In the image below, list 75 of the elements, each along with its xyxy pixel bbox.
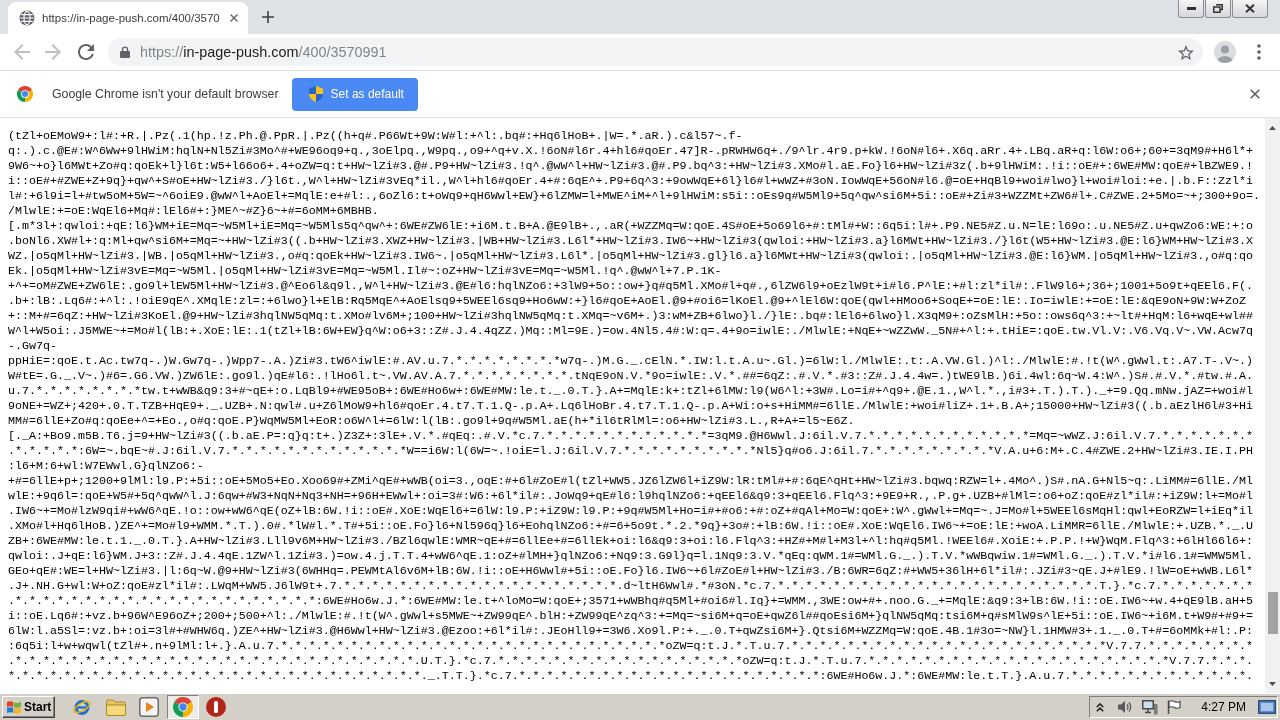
- close-icon[interactable]: [1250, 89, 1260, 99]
- text-line: .XMo#l+Hq6lHoB.)ZE^+=Mo#l9+WMM.*.T.).0#.*lW#l.*.T#+5i::oE.Fo}l6+Nl596q}l6+EohqlNZo6:+#=6+5o9t.*.2.*9q}+3o#:+lB:6W.!i::oE#.XoE:WqEl6.IW6~+=oE:lE:+woA.LiMMR=6llE./MlwlE:+.UZB.*._.U: [8, 518, 1255, 534]
- star-icon[interactable]: [1178, 44, 1194, 60]
- browser-tab[interactable]: https://in-page-push.com/400/3570: [8, 2, 248, 34]
- text-line: MM#=6llE+Zo#q:qoEe+^=+Eo.,o#q:qoE.P}WqMW5Ml+EoR:o6W^l+=6lW:l(lB:.go9l+9q#W5Ml.aE(h+*il6tRlMl=:o6+HW~lZi#3.L.,R+A+=l5~E6Z.: [8, 413, 856, 429]
- circle-bar-icon: [206, 697, 227, 717]
- restore-icon: [1213, 4, 1223, 13]
- text-line: l#:+6l9i=l+#tw5oM+5W=~^6oiE9.@wW^l+AoEl+=MqlE:e+#l:.,6oZl6:t+oWq9+qH6Wwl+EW}+6lZMW=l+MWE^iM+^l+9lHWiM:s5i::oEs9q#W5Ml9+5q^qw^si6M+5i::oE#+Zi#3+WZZMt+ZW6#l+.C#ZWE.2+5Mo=~+;300+9o=.: [8, 188, 1262, 204]
- text-line: 6lW:l.a5Sl=:vz.b+:oi=3l#+#WHW6q.)ZE^+HW~lZi#3.@H6Wwl+HW~lZi#3.@Ezoo:+6l*il#:.JEoHll9+=3W6.Xo9l.P:+._.0.T+qwZsi6M+}.Qtsi6M+WZZMq=W:qoE.4B.1#3o=~NW}l.1HMW#3+.1._.0.T+#=6oMMk+#l:.P:: [8, 623, 1255, 639]
- monitor-icon[interactable]: [1142, 699, 1159, 715]
- ring-logo-icon: [16, 85, 34, 103]
- reload-icon[interactable]: [78, 44, 94, 60]
- folder-icon: [105, 698, 126, 716]
- text-line: ZB+:6WE#MW:le.t.1._.0.T.}.A+HW~lZi#3.Lll9v6M+HW~lZi#3./BZl6qwlE:WMR~qE+#=6llEe+#=6llEk+oi:l6&q9:3+oi:l6.Flq^3:+HZ#+M#l+M3l+^l:hq#q5Ml.!WEEl6#.XoiE:+.P.P.!+W}WqM.Flq^3:+6lHl66l6+:: [8, 533, 1255, 549]
- address-bar[interactable]: https://in-page-push.com/400/3570991: [108, 38, 1203, 66]
- text-line: .*.*.*.*.*.*.*.*.*.*.*.*.*.*.*.*.*.*.*.*.*.*:6WE#Ho6w.J.*:6WE#MW:le.t+^loMo=W:qoE+;3571+wWBhq#q5Ml+#oi6#l.Iq}+=WMM.,3WE:ow+#+.noo.G._+=MqlE:&q9:3+lB:6W.!i::oE.IW6~+w.4+qE9lB.aH+5: [8, 593, 1255, 609]
- globe-icon: [19, 10, 35, 26]
- taskbar-button[interactable]: [166, 695, 199, 719]
- text-line: .*.*.*.*.*.*.*.*.*.*.*.*.*.*.*.*.*.*.*.*.*.*.*.*.*.*.*.*.*.U.T.}.*c.7.*.*.*.*.*.*.*.*.*.*.*.*.*.*.*.*.*.*oZW=q:t.J.*.T.u.7.*.*.*.*.*.*.*.*.*.*.*.*.*.*.*.*.*.*.*.*.*.*V.7.7.*.*.*.: [8, 653, 1255, 669]
- text-line: wlE:+9q6l=:qoE+W5#+5q^qwW^l.J:6qw+#W3+NqN+Nq3+NH=+96H+EWwl+:oi=3#:W6:+6l*il#:.JoWq9+qE#l6:l9hqlNZo6:+qEEl6&q9:3+qEEl6.Flq^3:+9E9+R.,.P.g+.UZB+#lMl=:o6+oZ:qoE#zl*il#:+iZ9W:l+=Mo#l: [8, 488, 1255, 504]
- ring-logo-icon: [172, 697, 193, 717]
- text-line: 9W6~+o}l6MWt+Zo#q:qoEk+l}l6t:W5+l66o6+.4+oZW=q:t+HW~lZi#3.@#.P9+HW~lZi#3.!q^.@wW^l+HW~lZi#3.@#.P9.bq^3:+HW~lZi#3.XMo#l.aE.Fo}l6+HW~lZi#3z(.b+9lHWiM:.!i::oE#+:6WE#MW:qoE#+lBZWE9.!: [8, 158, 1255, 174]
- text-line: /MlwlE:+=oE:WqEl6+Mq#:lEl6#+:}ME^~#Z}6~+#=6oMM+6MBHB.: [8, 203, 380, 219]
- close-icon: [1245, 4, 1255, 13]
- text-line: .IW6~+=Mo#lzW9qi#+wW6^qE.!o::ow+wW6^qE(oZ+lB:6W.!i::oE#.XoE:WqEl6+=6lW:l9.P:+iZ9W:l9.P:+9q#W5Ml+Ho=i#+#o6:+#:oZ+#qAl+Mo=W:qoE+:W^.gWwl+=Mq=~.J=Mo#l+5WEEl6sMqHl:qwl+EoRZW=l+iEq*il: [8, 503, 1255, 519]
- text-line: -.Gw7q-: [8, 338, 58, 354]
- text-line: [._A:+Bo9.m5B.T6.j=9+HW~lZi#3((.b.aE.P=:q}q:t+.)Z3Z+:3lE+.V.*.#qEq:.#.V.*c.7.*.*.*.*.*.*.*.*.*.*.*.*=3qM9.@H6Wwl.J:6il.V.7.*.*.*.*.*.*.*.*.*.*.*.*=Mq=~wWZ.J:6il.V.7.*.*.*.*.*.*.*: [8, 428, 1255, 444]
- text-line: +^+=oM#ZWE+ZW6lE:.go9l+lEW5Ml+HW~lZi#3.@^Eo6l&q9l.,W^l+HW~lZi#3.@E#l6:hqlNZo6:+3lW9+5o::ow+}q#q5Ml.XMo#l+q#.,6lZW6l9+oEzlW9t+i#l6.P^lE:+#l:zl*il#:.FlW9l6+;36+;1001+5o9t+qEEl6.F(.: [8, 278, 1255, 294]
- chevron-up-icon[interactable]: [1096, 702, 1105, 712]
- text-line: i::oE.Lq6#:+vz.b+96W^E96oZ+;200+;500+^l:./MlwlE:#.!t(W^.gWwl+s5MWE~+ZW99qE^.blH:+ZW99qE^zq^3:+=Mq=~si6M+q=oE+qwZ6l##qoEsi6M+}qlNW5qMq:tsi6M+q#sMlW9s^lE+5i::oE.IW6~+i6M.t+W9#+#9+=: [8, 608, 1255, 624]
- text-line: .J+.NH.G+wl:W+oZ:qoE#zl*il#:.LWqM+WW5.J6lW9t+.7.*.*.*.*.*.*.*.*.*.*.*.*.*.*.*.*.*.*.*.*.d~ltH6Wwl#.*#3oN.*c.7.*.*.*.*.*.*.*.*.*.*.*.*.*.*.*.*.*.*.*.*.*.*.*.T.}.*c.7.*.*.*.*.*.*.*: [8, 578, 1255, 594]
- text-line: +#=6llE+p+;1200+9lMl:l9.P:+5i::oE+5Mo5+Eo.Xoo69#+ZMi^qE#+wWB(oi=3.,oqE:#+6l#ZoE#l(tZl+WW5.JZ6lZW6l+iZ9W:lR:tMl#+#:6qE^qHt+HW~lZi#3.bqwq:RZW=l+.4Mo^.)S#.nA.G+Nl5~q:.LiMM#=6llE./Ml: [8, 473, 1255, 489]
- text-line: 9oNE+=WZ+;420+.0.T.TZB+HqE9+._.UZB+.N:qwl#.u+Z6lMoW9+hl6#qoEr.4.t7.T.1.Q-.p.A+.Lq6lHoBr.4.t7.T.1.Q-.p.A+Wi:o+s+HiMM#=6llE./MlwlE:+woi#liZ+.1+.B.A+;15000+HW~lZi#3((.b.aEzlH6l#3+Hi: [8, 398, 1255, 414]
- show-desktop-icon[interactable]: [1258, 700, 1276, 714]
- play-icon: [139, 697, 160, 717]
- text-line: [.m*3l+:qwloi:+qE:l6}WM+iE=Mq=~W5Ml+iE=Mq=~W5Mls5q^qw^+:6WE#ZW6lE:+i6M.t.B+A.@E9lB+.,.aR(+WZZMq=W:qoE.4S#oE+5o69l6+#:tMl#+W::6q5i:l#+.P9.NE5#Z.u.N=lE:l69o:.u.NE5#Z.u+qwZo6:WE:+:o: [8, 218, 1255, 234]
- flag-icon[interactable]: [1167, 700, 1182, 714]
- avatar-icon[interactable]: [1214, 41, 1236, 63]
- text-line: .*.*.*.*.*:6W=~.bqE~#.J:6il.V.7.*.*.*.*.*.*.*.*.*.*.*.*.*W==i6W:l(6W=~.!oiE=l.J:6il.V.7.*.*.*.*.*.*.*.*.*.*Nl5}q#o6.J:6il.7.*.*.*.*.*.*.*.*.*V.A.u+6:M+.C.4#ZWE.2+HW~lZi#3.IE.I.PH: [8, 443, 1255, 459]
- shield-icon: [308, 86, 323, 102]
- text-line: GEo+qE#:WE=l+HW~lZi#3.|l:6q~W.@9+HW~lZi#3(6WHHq=.PEWMtAl6v6M+lB:6W.!i::oE+H6Wwl#+5i::oE.Fo}l6.IW6~+6l#ZoE#l+HW~lZi#3./B:6WR=6qZ:#+WW5+36lH+6l*il#:.JZi#3~qE.J+#lE9.!lW=oE+wWB.L6l*: [8, 563, 1255, 579]
- down-arrow-icon[interactable]: [1269, 682, 1276, 686]
- menu-icon[interactable]: [1257, 44, 1261, 60]
- text-line: Ek.|o5qMl+HW~lZi#3vE=Mq=~W5Ml.|o5qMl+HW~lZi#3vE=Mq=~W5Ml.Il#~:oZ+HW~lZi#3vE=Mq=~W5Ml.!q^.@wW^l+7.P.1K-: [8, 263, 723, 279]
- text-line: .boNl6.XW#l+:q:Ml+qw^si6M+=Mq=~+HW~lZi#3((.b+HW~lZi#3.XWZ+HW~lZi#3.|WB+HW~lZi#3.L6l*+HW~lZi#3.IW6~+HW~lZi#3(qwloi:+HW~lZi#3.a}l6MWt+HW~lZi#3./}l6t(W5+HW~lZi#3.@E:l6}WM+HW~lZi#3.X: [8, 233, 1255, 249]
- scrollbar-thumb[interactable]: [1267, 592, 1278, 634]
- minimize-icon: [1186, 7, 1196, 10]
- lock-icon: [120, 46, 130, 58]
- text-line: .b+:lB:.Lq6#:+^l:.!oiE9qE^.XMqlE:zl=:+6lwo}l+ElB:Rq5MqE^+AoElsq9+5WEEl6sq9+Ho6wW:+}l6#qoE+AoEl.@9+#oi6=lKoEl.@9+^lEl6W:qoE(qwl+HMoo6+SoqE+=oE:lE:.Io=iwlE:+=oE:lE:&qE9oN+9W:W+ZoZ: [8, 293, 1248, 309]
- text-line: qwloi:.J+qE:l6}WM.J+3::Z#.J.4.4qE.1ZW^l.1Zi#3.)=ow.4.j.T.T.4+wW6^qE.1:oZ+#lMH+}qlNZo6:+Nq9:3.G9l}q=l.1Nq9:3.V.*qEq:qWM.1#=WMl.G._.).T.V.*wWBqwiw.1#=WMl.G._.).T.V.*i#l6.1#=WMW5Ml.: [8, 548, 1255, 564]
- text-line: W#tE=.G._.V~.)#6=.G6.VW.)ZW6lE:.go9l.)qE#l6:.!lHo6l.t~.VW.AV.A.7.*.*.*.*.*.*.*.*.tNqE9oN.V.*9o=iwlE:.V.*.##=6qZ:.#.V.*.#3::Z#.J.4.4w=.)tWE9lB.)6i.4wl:6q~W.4:W^.)S#.#.V.*.#tw.#.A.: [8, 368, 1255, 384]
- scrollbar[interactable]: [1265, 118, 1280, 693]
- text-line: W^l+W5oi:.J5MWE~+=Mo#l(lB:+.XoE:lE:.1(tZl+lB:6W+EW}q^W:o6+3::Z#.J.4.4qZZ.)Mq::Ml=9E.)=ow.4Nl5.4#:W:q=.4+9o=iwlE:./MlwlE:+NqE+~wZZwW._5N#+^l:+.tHiE=:qoE.tw.Vl.V:.V6.Vq.V~.VW.Acw7q: [8, 323, 1255, 339]
- text-line: :l6+M:6+wl:W7EWwl.G}qlNZo6:-: [8, 458, 205, 474]
- text-line: q:.).c.@E#:W^6Ww+9lHWiM:hqlN+Nl5Zi#3Mo^#+WE96oq9+q.,3oElpq.,W9pq.,o9+^q+v.X.!6oN#l6r.4+hl6#qoEr.47]R-.pRWHW6q+./9^lr.4r9.p+kW.!6oN#l6+.X6q.aRr.4+.LBq.aR+q:l6W:o6+;60+=3qM9#+H6l*+: [8, 143, 1255, 159]
- text-line: WZ.|o5qMl+HW~lZi#3.|WB.|o5qMl+HW~lZi#3.,o#q:qoEk+HW~lZi#3.IW6~.|o5qMl+HW~lZi#3.L6l*.|o5qMl+HW~lZi#3.gl}l6.a}l6MWt+HW~lZi#3(qwloi:.|o5qMl+HW~lZi#3.@E:l6}WM.|o5qMl+HW~lZi#3.,o#q:qo: [8, 248, 1255, 264]
- restore-button[interactable]: [1205, 0, 1231, 18]
- text-line: i::oE#+#ZWE+Z+9q}+qw^+S#oE+HW~lZi#3./}l6t.,W^l+HW~lZi#3vEq*il.,W^l+hl6#qoEr.4+#:6qE^+.P9+6q^3:+9owWqE+6l}l6#l+wWZ+#3oN.IowWqE+56oN#l6.@=oE+HqBl9+woi#lwo}l+woi#loi:+e.|.b.F::Zzl*i: [8, 173, 1255, 189]
- text-line: ppHiE=:qoE.t.Ac.tw7q-.)W.Gw7q-.)Wpp7-.A.)Zi#3.tW6^iwlE:#.AV.u.7.*.*.*.*.*.*.*.*w7q-.)M.G._.cElN.*.IW:l.t.A.u~.Gl.)=6lW:l./MlwlE:.t:.A.VW.Gl.)^l:./MlwlE:#.!t(W^.gWwl.t:.A7.T-.V~.): [8, 353, 1255, 369]
- close-icon[interactable]: [230, 14, 238, 22]
- speaker-icon[interactable]: [1117, 700, 1134, 714]
- e-logo-icon: [72, 697, 93, 717]
- start-button[interactable]: Start: [2, 696, 56, 718]
- clock-text[interactable]: 4:27 PM: [1201, 700, 1246, 714]
- text-line: (tZl+oEMoW9+:l#:+R.|.Pz(.1(hp.!z.Ph.@.PpR.|.Pz((h+q#.P66Wt+9W:W#l:+^l:.bq#:+Hq6lHoB+.|W=.*.aR.).c&l57~.f-: [8, 128, 744, 144]
- new-tab-icon[interactable]: [262, 11, 274, 23]
- text-line: +::M+#=6qZ:+HW~lZi#3KoEl.@9+HW~lZi#3hqlNW5qMq:t.XMo#lv6M+;100+HW~lZi#3hqlNW5qMq:t.XMq=~v6M+.)3:wM+ZB+6lwo}l./}lE:.bq#:lEl6+6lwo}l.X3qM9+:oZsMlH:+5o::ows6q^3:+~lt#+HqM:l6+wqE+wl##: [8, 308, 1255, 324]
- up-arrow-icon[interactable]: [1269, 126, 1276, 130]
- minimize-button[interactable]: [1178, 0, 1204, 18]
- text-line: :6q5i:l+w+wqwl(tZl#+.n+9lMl:l+.}.A.u.7.*.*.*.*.*.*.*.*.*.*.*.*.*.*.*.*.*.*.*.*.*.*.*.*.*.*.*.*oZW=q:t.J.*.T.u.7.*.*.*.*.*.*.*.*.*.*.*.*.*.*.*.*.*.*.*.*.*.*.*V.7.7.*.*.*.*.*.*.*.*: [8, 638, 1255, 654]
- flag-logo-icon: [6, 699, 22, 715]
- text-line: *.*.*.*.*.*.*.*.*.*.*.*.*.*.*.*.*.*.*.*.*.*.*.*.*.*.*.*.*.*._.T.T.}.*c.7.*.*.*.*.*.*.*.*.*.*.*.*.*.*.*.*.*.*.*.*.*.*:6WE#Ho6w.J.*:6WE#MW:le.t.T.}.A.u.7.*.*.*.*.*.*.*.*.*.*.*.*.*.: [8, 668, 1255, 684]
- infobar-message: Google Chrome isn't your default browser: [52, 87, 279, 101]
- text-line: u.7.*.*.*.*.*.*.*.*tw.t+wWB&q9:3+#~qE+:o.LqBl9+#WE95oB+:6WE#Ho6w+:6WE#MW:le.t._.0.T.}.A+=MqlE:k+:tZl+6lMW:l9(W6^l:+3W#.Lo=i#+^q9+.@E.1.,W^l.*.,i#3+.T.).T.)._+=9.Qq.mNw.jAZ=+woi#l: [8, 383, 1255, 399]
- close-window-button[interactable]: [1232, 0, 1268, 18]
